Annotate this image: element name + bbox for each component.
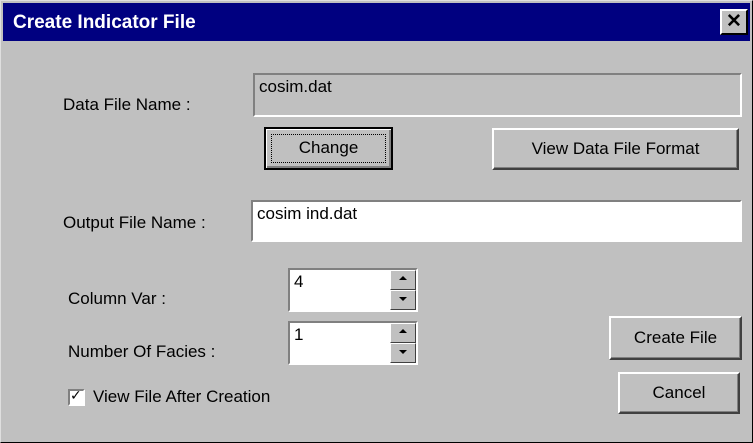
number-of-facies-spin-buttons xyxy=(390,323,416,363)
number-of-facies-down-button[interactable] xyxy=(390,343,416,363)
create-file-label: Create File xyxy=(633,328,718,347)
view-after-creation-checkbox[interactable]: ✓ xyxy=(68,388,85,406)
column-var-down-button[interactable] xyxy=(390,290,416,310)
spin-down-arrow-icon xyxy=(399,350,407,354)
window-title: Create Indicator File xyxy=(13,12,196,33)
number-of-facies-stepper[interactable]: 1 xyxy=(288,321,418,365)
dialog-window: Create Indicator File ✕ Data File Name :… xyxy=(0,0,753,443)
view-after-creation-label[interactable]: View File After Creation xyxy=(93,387,270,407)
view-data-file-format-button[interactable]: View Data File Format xyxy=(492,128,739,170)
title-bar[interactable]: Create Indicator File ✕ xyxy=(3,3,750,41)
number-of-facies-up-button[interactable] xyxy=(390,323,416,343)
column-var-value: 4 xyxy=(294,272,304,291)
create-file-button[interactable]: Create File xyxy=(609,316,742,360)
data-file-name-field: cosim.dat xyxy=(253,73,742,117)
checkmark-icon: ✓ xyxy=(70,388,82,404)
spin-up-arrow-icon xyxy=(399,329,407,333)
change-button-label: Change xyxy=(298,138,359,157)
spin-up-arrow-icon xyxy=(399,276,407,280)
view-data-file-format-label: View Data File Format xyxy=(531,139,700,158)
number-of-facies-label: Number Of Facies : xyxy=(68,342,216,361)
column-var-up-button[interactable] xyxy=(390,270,416,290)
column-var-label: Column Var : xyxy=(68,289,166,308)
output-file-name-label: Output File Name : xyxy=(63,213,206,232)
cancel-label: Cancel xyxy=(652,383,706,402)
output-file-name-input[interactable]: cosim ind.dat xyxy=(251,200,742,242)
close-icon: ✕ xyxy=(726,11,742,32)
cancel-button[interactable]: Cancel xyxy=(618,372,740,414)
number-of-facies-value: 1 xyxy=(294,325,304,344)
spin-down-arrow-icon xyxy=(399,297,407,301)
close-button[interactable]: ✕ xyxy=(720,9,748,35)
column-var-spin-buttons xyxy=(390,270,416,310)
change-button[interactable]: Change xyxy=(264,127,393,170)
data-file-name-label: Data File Name : xyxy=(63,95,191,114)
column-var-stepper[interactable]: 4 xyxy=(288,268,418,312)
